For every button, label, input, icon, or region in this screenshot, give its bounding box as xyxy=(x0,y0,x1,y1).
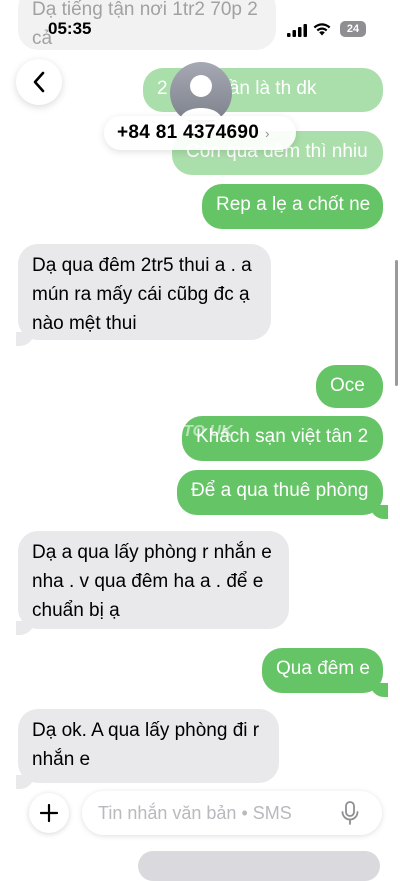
message-text: Dạ a qua lấy phòng r nhắn e nha . v qua … xyxy=(32,542,272,621)
message-bubble-outgoing[interactable]: Để a qua thuê phòng xyxy=(177,470,383,515)
message-text: Rep a lẹ a chốt ne xyxy=(216,194,371,215)
chevron-left-icon xyxy=(33,71,45,93)
contact-avatar[interactable] xyxy=(170,62,232,124)
bubble-tail xyxy=(16,332,34,346)
message-bubble-incoming[interactable]: Dạ qua đêm 2tr5 thui a . a mún ra mấy cá… xyxy=(18,244,271,340)
keyboard-suggestion-bar xyxy=(138,851,380,881)
bubble-tail xyxy=(370,505,388,519)
bubble-tail xyxy=(16,775,34,789)
message-bubble-outgoing[interactable]: Oce xyxy=(316,365,383,408)
plus-icon xyxy=(40,804,58,822)
message-text: Dạ qua đêm 2tr5 thui a . a mún ra mấy cá… xyxy=(32,255,252,334)
cellular-signal-icon xyxy=(287,24,307,37)
message-text: Oce xyxy=(330,375,365,396)
watermark: TO UK xyxy=(183,423,233,440)
back-button[interactable] xyxy=(16,59,62,105)
battery-icon: 24 xyxy=(340,21,366,37)
chevron-right-icon: › xyxy=(265,125,270,141)
message-text: Qua đêm e xyxy=(276,658,370,679)
contact-name-button[interactable]: +84 81 4374690 › xyxy=(104,116,296,150)
contact-number: +84 81 4374690 xyxy=(117,122,260,143)
status-bar: 05:35 24 xyxy=(0,0,400,54)
message-text: Dạ ok. A qua lấy phòng đi r nhắn e xyxy=(32,720,260,770)
add-attachment-button[interactable] xyxy=(29,793,69,833)
microphone-icon[interactable] xyxy=(340,801,360,825)
bubble-tail xyxy=(370,683,388,697)
message-input-placeholder: Tin nhắn văn bản • SMS xyxy=(98,803,292,823)
battery-level: 24 xyxy=(346,23,360,35)
message-input[interactable]: Tin nhắn văn bản • SMS xyxy=(82,791,382,835)
message-bubble-outgoing[interactable]: Rep a lẹ a chốt ne xyxy=(202,184,383,229)
bubble-tail xyxy=(16,621,34,635)
message-bubble-incoming[interactable]: Dạ ok. A qua lấy phòng đi r nhắn e xyxy=(18,709,279,783)
message-bubble-outgoing[interactable]: Qua đêm e xyxy=(262,648,383,693)
message-bubble-incoming[interactable]: Dạ a qua lấy phòng r nhắn e nha . v qua … xyxy=(18,531,289,629)
message-text: Để a qua thuê phòng xyxy=(191,480,369,501)
person-icon xyxy=(180,75,222,120)
scroll-indicator[interactable] xyxy=(395,260,398,386)
wifi-icon xyxy=(313,23,331,36)
status-time: 05:35 xyxy=(48,19,92,38)
